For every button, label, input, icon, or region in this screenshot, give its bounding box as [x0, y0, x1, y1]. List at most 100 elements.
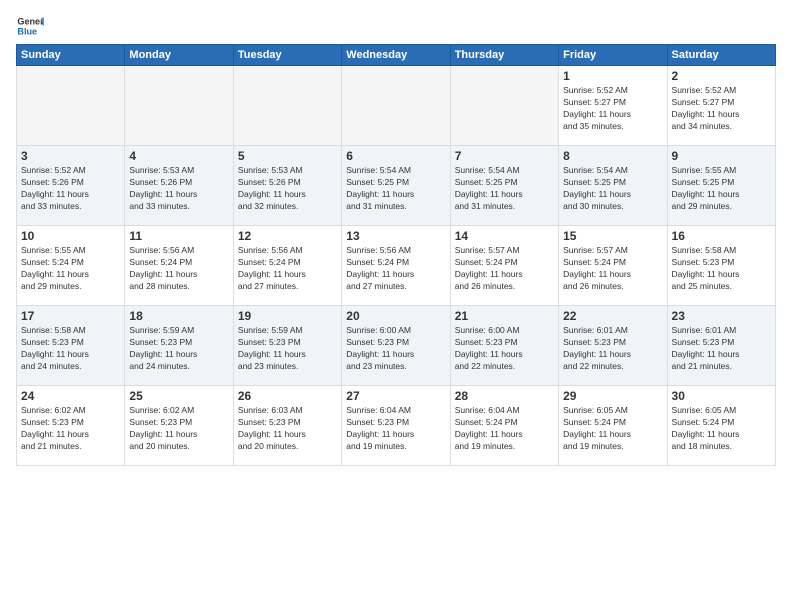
calendar-cell: 29 Sunrise: 6:05 AM Sunset: 5:24 PM Dayli…	[559, 386, 667, 466]
calendar-cell: 6Sunrise: 5:54 AM Sunset: 5:25 PM Daylig…	[342, 146, 450, 226]
calendar-cell: 5 Sunrise: 5:53 AM Sunset: 5:26 PM Daylig…	[233, 146, 341, 226]
day-info: Sunrise: 5:57 AM Sunset: 5:24 PM Dayligh…	[455, 245, 554, 293]
calendar-cell: 24Sunrise: 6:02 AM Sunset: 5:23 PM Dayli…	[17, 386, 125, 466]
day-info: Sunrise: 5:52 AM Sunset: 5:27 PM Dayligh…	[563, 85, 662, 133]
calendar-table: SundayMondayTuesdayWednesdayThursdayFrid…	[16, 44, 776, 466]
calendar-cell: 10 Sunrise: 5:55 AM Sunset: 5:24 PM Dayli…	[17, 226, 125, 306]
day-info: Sunrise: 5:59 AM Sunset: 5:23 PM Dayligh…	[129, 325, 228, 373]
day-info: Sunrise: 6:00 AM Sunset: 5:23 PM Dayligh…	[455, 325, 554, 373]
calendar-cell: 30 Sunrise: 6:05 AM Sunset: 5:24 PM Dayli…	[667, 386, 775, 466]
calendar-cell	[342, 66, 450, 146]
day-number: 12	[238, 229, 337, 243]
day-info: Sunrise: 6:04 AM Sunset: 5:23 PM Dayligh…	[346, 405, 445, 453]
day-info: Sunrise: 6:02 AM Sunset: 5:23 PM Dayligh…	[129, 405, 228, 453]
day-number: 5	[238, 149, 337, 163]
day-number: 20	[346, 309, 445, 323]
calendar-cell: 14 Sunrise: 5:57 AM Sunset: 5:24 PM Dayli…	[450, 226, 558, 306]
calendar-cell: 22 Sunrise: 6:01 AM Sunset: 5:23 PM Dayli…	[559, 306, 667, 386]
calendar-cell: 23Sunrise: 6:01 AM Sunset: 5:23 PM Dayli…	[667, 306, 775, 386]
day-number: 3	[21, 149, 120, 163]
day-number: 30	[672, 389, 771, 403]
day-info: Sunrise: 6:05 AM Sunset: 5:24 PM Dayligh…	[672, 405, 771, 453]
calendar-cell: 16Sunrise: 5:58 AM Sunset: 5:23 PM Dayli…	[667, 226, 775, 306]
day-number: 28	[455, 389, 554, 403]
day-number: 14	[455, 229, 554, 243]
calendar-cell	[17, 66, 125, 146]
day-info: Sunrise: 5:55 AM Sunset: 5:24 PM Dayligh…	[21, 245, 120, 293]
calendar-cell: 9 Sunrise: 5:55 AM Sunset: 5:25 PM Daylig…	[667, 146, 775, 226]
svg-text:Blue: Blue	[17, 26, 37, 36]
day-info: Sunrise: 5:54 AM Sunset: 5:25 PM Dayligh…	[455, 165, 554, 213]
header: General Blue	[16, 12, 776, 40]
day-info: Sunrise: 5:56 AM Sunset: 5:24 PM Dayligh…	[346, 245, 445, 293]
day-number: 10	[21, 229, 120, 243]
calendar-cell: 3 Sunrise: 5:52 AM Sunset: 5:26 PM Daylig…	[17, 146, 125, 226]
col-header-thursday: Thursday	[450, 45, 558, 66]
day-number: 29	[563, 389, 662, 403]
day-number: 18	[129, 309, 228, 323]
day-info: Sunrise: 5:59 AM Sunset: 5:23 PM Dayligh…	[238, 325, 337, 373]
logo-icon: General Blue	[16, 12, 44, 40]
calendar-cell: 7 Sunrise: 5:54 AM Sunset: 5:25 PM Daylig…	[450, 146, 558, 226]
day-info: Sunrise: 6:05 AM Sunset: 5:24 PM Dayligh…	[563, 405, 662, 453]
day-number: 27	[346, 389, 445, 403]
day-number: 16	[672, 229, 771, 243]
calendar-cell: 13 Sunrise: 5:56 AM Sunset: 5:24 PM Dayli…	[342, 226, 450, 306]
day-info: Sunrise: 5:56 AM Sunset: 5:24 PM Dayligh…	[238, 245, 337, 293]
day-info: Sunrise: 6:01 AM Sunset: 5:23 PM Dayligh…	[672, 325, 771, 373]
calendar-cell: 12 Sunrise: 5:56 AM Sunset: 5:24 PM Dayli…	[233, 226, 341, 306]
calendar-week-2: 3 Sunrise: 5:52 AM Sunset: 5:26 PM Daylig…	[17, 146, 776, 226]
day-number: 22	[563, 309, 662, 323]
calendar-week-1: 1 Sunrise: 5:52 AM Sunset: 5:27 PM Daylig…	[17, 66, 776, 146]
day-info: Sunrise: 5:55 AM Sunset: 5:25 PM Dayligh…	[672, 165, 771, 213]
calendar-cell: 21 Sunrise: 6:00 AM Sunset: 5:23 PM Dayli…	[450, 306, 558, 386]
col-header-tuesday: Tuesday	[233, 45, 341, 66]
day-number: 6	[346, 149, 445, 163]
day-number: 1	[563, 69, 662, 83]
calendar-cell: 18 Sunrise: 5:59 AM Sunset: 5:23 PM Dayli…	[125, 306, 233, 386]
day-info: Sunrise: 5:53 AM Sunset: 5:26 PM Dayligh…	[238, 165, 337, 213]
calendar-cell: 11Sunrise: 5:56 AM Sunset: 5:24 PM Dayli…	[125, 226, 233, 306]
day-number: 24	[21, 389, 120, 403]
calendar-cell: 26 Sunrise: 6:03 AM Sunset: 5:23 PM Dayli…	[233, 386, 341, 466]
day-number: 26	[238, 389, 337, 403]
day-info: Sunrise: 5:52 AM Sunset: 5:27 PM Dayligh…	[672, 85, 771, 133]
col-header-saturday: Saturday	[667, 45, 775, 66]
calendar-header-row: SundayMondayTuesdayWednesdayThursdayFrid…	[17, 45, 776, 66]
calendar-cell: 15 Sunrise: 5:57 AM Sunset: 5:24 PM Dayli…	[559, 226, 667, 306]
day-number: 8	[563, 149, 662, 163]
day-info: Sunrise: 6:00 AM Sunset: 5:23 PM Dayligh…	[346, 325, 445, 373]
day-number: 7	[455, 149, 554, 163]
calendar-cell	[450, 66, 558, 146]
day-info: Sunrise: 6:04 AM Sunset: 5:24 PM Dayligh…	[455, 405, 554, 453]
day-number: 15	[563, 229, 662, 243]
svg-text:General: General	[17, 17, 44, 27]
day-info: Sunrise: 5:58 AM Sunset: 5:23 PM Dayligh…	[21, 325, 120, 373]
day-number: 4	[129, 149, 228, 163]
calendar-cell: 8 Sunrise: 5:54 AM Sunset: 5:25 PM Daylig…	[559, 146, 667, 226]
day-info: Sunrise: 5:54 AM Sunset: 5:25 PM Dayligh…	[563, 165, 662, 213]
page-container: General Blue SundayMondayTuesdayWednesda…	[0, 0, 792, 474]
calendar-cell: 17Sunrise: 5:58 AM Sunset: 5:23 PM Dayli…	[17, 306, 125, 386]
day-info: Sunrise: 6:01 AM Sunset: 5:23 PM Dayligh…	[563, 325, 662, 373]
day-number: 13	[346, 229, 445, 243]
calendar-cell: 4 Sunrise: 5:53 AM Sunset: 5:26 PM Daylig…	[125, 146, 233, 226]
day-info: Sunrise: 5:56 AM Sunset: 5:24 PM Dayligh…	[129, 245, 228, 293]
col-header-monday: Monday	[125, 45, 233, 66]
calendar-cell: 19Sunrise: 5:59 AM Sunset: 5:23 PM Dayli…	[233, 306, 341, 386]
calendar-week-5: 24 Sunrise: 6:02 AM Sunset: 5:23 PM Dayli…	[17, 386, 776, 466]
col-header-wednesday: Wednesday	[342, 45, 450, 66]
day-info: Sunrise: 5:57 AM Sunset: 5:24 PM Dayligh…	[563, 245, 662, 293]
day-number: 9	[672, 149, 771, 163]
day-info: Sunrise: 5:52 AM Sunset: 5:26 PM Dayligh…	[21, 165, 120, 213]
day-info: Sunrise: 5:53 AM Sunset: 5:26 PM Dayligh…	[129, 165, 228, 213]
calendar-cell: 1 Sunrise: 5:52 AM Sunset: 5:27 PM Daylig…	[559, 66, 667, 146]
day-number: 21	[455, 309, 554, 323]
calendar-week-4: 17Sunrise: 5:58 AM Sunset: 5:23 PM Dayli…	[17, 306, 776, 386]
day-info: Sunrise: 6:03 AM Sunset: 5:23 PM Dayligh…	[238, 405, 337, 453]
calendar-cell: 20 Sunrise: 6:00 AM Sunset: 5:23 PM Dayli…	[342, 306, 450, 386]
calendar-cell: 25 Sunrise: 6:02 AM Sunset: 5:23 PM Dayli…	[125, 386, 233, 466]
day-number: 25	[129, 389, 228, 403]
calendar-cell	[233, 66, 341, 146]
calendar-week-3: 10 Sunrise: 5:55 AM Sunset: 5:24 PM Dayli…	[17, 226, 776, 306]
